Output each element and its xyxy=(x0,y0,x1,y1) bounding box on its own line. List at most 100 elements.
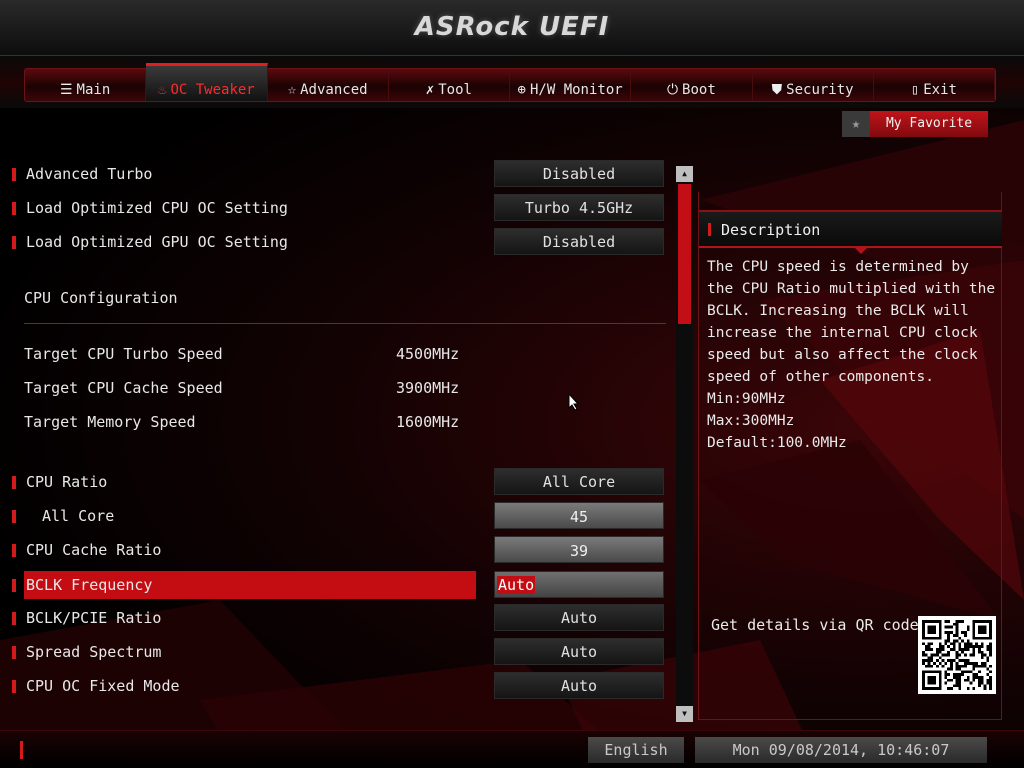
tab-label: Main xyxy=(76,82,111,98)
footer-bar: English Mon 09/08/2014, 10:46:07 xyxy=(0,730,1024,768)
description-panel: Description The CPU speed is determined … xyxy=(698,192,1002,720)
pointer-triangle xyxy=(855,248,867,254)
language-button[interactable]: English xyxy=(588,737,684,763)
tab-label: Boot xyxy=(682,82,716,98)
main-nav: ☰ Main ♨ OC Tweaker ☆ Advanced ✗ Tool ⊕ H/W Monit… xyxy=(24,63,996,102)
row-marker xyxy=(12,680,16,693)
row-marker xyxy=(12,236,16,249)
power-icon: ⏻ xyxy=(666,82,679,98)
tab-label: Advanced xyxy=(300,82,368,98)
bclk-pcie-dropdown[interactable]: Auto xyxy=(494,604,664,631)
datetime-display: Mon 09/08/2014, 10:46:07 xyxy=(695,737,987,763)
setting-cpu-ratio[interactable]: CPU Ratio All Core xyxy=(12,468,672,496)
header-marker xyxy=(708,223,711,236)
setting-label: Load Optimized CPU OC Setting xyxy=(26,199,288,217)
setting-bclk-frequency[interactable]: BCLK Frequency Auto xyxy=(12,571,672,599)
tab-security[interactable]: ⛊ Security xyxy=(753,69,874,101)
all-core-input[interactable]: 45 xyxy=(494,502,664,529)
settings-scrollbar[interactable]: ▲ ▼ xyxy=(676,166,693,722)
cpu-ratio-dropdown[interactable]: All Core xyxy=(494,468,664,495)
tab-main[interactable]: ☰ Main xyxy=(25,69,147,101)
footer-marker xyxy=(20,741,23,759)
info-target-cache: Target CPU Cache Speed 3900MHz xyxy=(24,379,484,401)
app-title: ASRock UEFI xyxy=(414,12,610,42)
tab-label: Tool xyxy=(438,82,472,98)
setting-label: BCLK/PCIE Ratio xyxy=(26,609,162,627)
exit-icon: ▯ xyxy=(910,82,920,98)
tab-exit[interactable]: ▯ Exit xyxy=(874,69,995,101)
tab-label: Exit xyxy=(923,82,957,98)
setting-label: CPU OC Fixed Mode xyxy=(26,677,180,695)
qr-code xyxy=(918,616,996,694)
tab-label: Security xyxy=(786,82,854,98)
cache-ratio-input[interactable]: 39 xyxy=(494,536,664,563)
section-divider xyxy=(24,323,666,324)
info-label: Target Memory Speed xyxy=(24,413,196,431)
setting-all-core[interactable]: All Core 45 xyxy=(12,502,672,530)
bclk-frequency-input[interactable]: Auto xyxy=(494,571,664,598)
setting-load-cpu-oc[interactable]: Load Optimized CPU OC Setting Turbo 4.5G… xyxy=(12,194,672,222)
tab-advanced[interactable]: ☆ Advanced xyxy=(268,69,389,101)
load-cpu-oc-dropdown[interactable]: Turbo 4.5GHz xyxy=(494,194,664,221)
tab-tool[interactable]: ✗ Tool xyxy=(389,69,510,101)
setting-label: All Core xyxy=(42,507,115,525)
monitor-icon: ⊕ xyxy=(517,82,526,98)
advanced-turbo-dropdown[interactable]: Disabled xyxy=(494,160,664,187)
description-max: Max:300MHz xyxy=(707,413,795,429)
flame-icon: ♨ xyxy=(158,82,167,98)
scrollbar-thumb[interactable] xyxy=(678,184,691,324)
shield-icon: ⛊ xyxy=(771,82,783,98)
spread-spectrum-dropdown[interactable]: Auto xyxy=(494,638,664,665)
tab-boot[interactable]: ⏻ Boot xyxy=(631,69,753,101)
description-text: The CPU speed is determined by the CPU R… xyxy=(707,259,996,385)
description-title: Description xyxy=(721,221,821,239)
my-favorite-label: My Favorite xyxy=(870,111,988,137)
info-target-memory: Target Memory Speed 1600MHz xyxy=(24,413,484,435)
info-label: Target CPU Cache Speed xyxy=(24,379,223,397)
row-marker xyxy=(12,168,16,181)
row-marker xyxy=(12,202,16,215)
setting-label: CPU Cache Ratio xyxy=(26,541,162,559)
setting-spread-spectrum[interactable]: Spread Spectrum Auto xyxy=(12,638,672,666)
setting-load-gpu-oc[interactable]: Load Optimized GPU OC Setting Disabled xyxy=(12,228,672,256)
description-min: Min:90MHz xyxy=(707,391,786,407)
description-header: Description xyxy=(699,210,1002,254)
tab-oc-tweaker[interactable]: ♨ OC Tweaker xyxy=(146,63,268,101)
setting-label: Spread Spectrum xyxy=(26,643,162,661)
my-favorite-button[interactable]: ★ My Favorite xyxy=(842,111,988,137)
nav-area: ☰ Main ♨ OC Tweaker ☆ Advanced ✗ Tool ⊕ H/W Monit… xyxy=(0,56,1024,108)
row-marker xyxy=(12,476,16,489)
scroll-up-icon[interactable]: ▲ xyxy=(676,166,693,182)
bclk-value-text: Auto xyxy=(497,576,536,594)
setting-cache-ratio[interactable]: CPU Cache Ratio 39 xyxy=(12,536,672,564)
setting-label: Advanced Turbo xyxy=(26,165,153,183)
star-icon: ★ xyxy=(842,111,870,137)
header-bar: ASRock UEFI xyxy=(0,0,1024,56)
setting-label: Load Optimized GPU OC Setting xyxy=(26,233,288,251)
star-icon: ☆ xyxy=(287,82,297,98)
info-label: Target CPU Turbo Speed xyxy=(24,345,223,363)
qr-label: Get details via QR code xyxy=(711,616,919,634)
tab-label: OC Tweaker xyxy=(170,82,255,98)
scroll-down-icon[interactable]: ▼ xyxy=(676,706,693,722)
row-marker xyxy=(12,510,16,523)
description-default: Default:100.0MHz xyxy=(707,435,847,451)
setting-label: CPU Ratio xyxy=(26,473,108,491)
list-icon: ☰ xyxy=(59,82,73,98)
row-marker xyxy=(12,612,16,625)
info-value: 1600MHz xyxy=(396,413,460,431)
row-marker xyxy=(12,579,16,592)
mouse-cursor-icon xyxy=(568,393,580,411)
setting-bclk-pcie-ratio[interactable]: BCLK/PCIE Ratio Auto xyxy=(12,604,672,632)
setting-advanced-turbo[interactable]: Advanced Turbo Disabled xyxy=(12,160,672,188)
section-heading: CPU Configuration xyxy=(24,289,178,307)
cpu-oc-fixed-dropdown[interactable]: Auto xyxy=(494,672,664,699)
info-value: 4500MHz xyxy=(396,345,460,363)
tab-h-w-monitor[interactable]: ⊕ H/W Monitor xyxy=(510,69,632,101)
load-gpu-oc-dropdown[interactable]: Disabled xyxy=(494,228,664,255)
tab-label: H/W Monitor xyxy=(529,82,623,98)
row-marker xyxy=(12,544,16,557)
info-target-turbo: Target CPU Turbo Speed 4500MHz xyxy=(24,345,484,367)
setting-label: BCLK Frequency xyxy=(26,576,153,594)
setting-cpu-oc-fixed-mode[interactable]: CPU OC Fixed Mode Auto xyxy=(12,672,672,700)
